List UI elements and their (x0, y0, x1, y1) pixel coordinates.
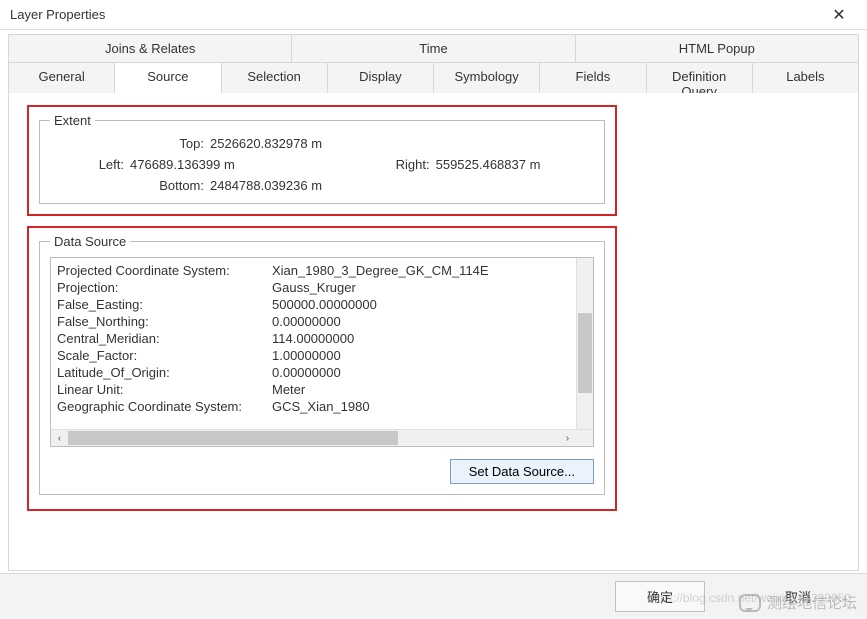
tab-joins-relates[interactable]: Joins & Relates (9, 35, 292, 62)
datasource-table: Projected Coordinate System:Xian_1980_3_… (51, 258, 576, 429)
datasource-value: Gauss_Kruger (272, 279, 356, 296)
window-title: Layer Properties (10, 7, 105, 22)
extent-bottom-value: 2484788.039236 m (210, 178, 376, 193)
datasource-value: Meter (272, 381, 305, 398)
extent-legend: Extent (50, 113, 95, 128)
datasource-key: False_Northing: (57, 313, 272, 330)
datasource-textarea: Projected Coordinate System:Xian_1980_3_… (50, 257, 594, 447)
extent-left-value: 476689.136399 m (130, 157, 376, 172)
datasource-key: Projected Coordinate System: (57, 262, 272, 279)
datasource-key: Central_Meridian: (57, 330, 272, 347)
tab-html-popup[interactable]: HTML Popup (576, 35, 858, 62)
horizontal-scrollbar-thumb[interactable] (68, 431, 398, 445)
vertical-scrollbar[interactable] (576, 258, 593, 429)
datasource-row: Latitude_Of_Origin:0.00000000 (57, 364, 570, 381)
extent-top-value: 2526620.832978 m (210, 136, 376, 151)
datasource-legend: Data Source (50, 234, 130, 249)
datasource-key: Latitude_Of_Origin: (57, 364, 272, 381)
datasource-row: False_Easting:500000.00000000 (57, 296, 570, 313)
datasource-row: Linear Unit:Meter (57, 381, 570, 398)
datasource-key: Projection: (57, 279, 272, 296)
tab-content-source: Extent Top: 2526620.832978 m Left: 47668… (9, 93, 858, 570)
extent-left-label: Left: (50, 157, 130, 172)
extent-right-label: Right: (376, 157, 436, 172)
datasource-value: Xian_1980_3_Degree_GK_CM_114E (272, 262, 489, 279)
tab-time[interactable]: Time (292, 35, 575, 62)
scroll-left-icon[interactable]: ‹ (51, 430, 68, 447)
datasource-value: 0.00000000 (272, 364, 341, 381)
tabs-row-upper: Joins & Relates Time HTML Popup (9, 35, 858, 63)
datasource-row: Projected Coordinate System:Xian_1980_3_… (57, 262, 570, 279)
dialog-footer: 确定 取消 (0, 573, 867, 619)
datasource-fieldset: Data Source Projected Coordinate System:… (39, 234, 605, 495)
extent-right-value: 559525.468837 m (436, 157, 594, 172)
scroll-right-icon[interactable]: › (559, 430, 576, 447)
datasource-row: Geographic Coordinate System:GCS_Xian_19… (57, 398, 570, 415)
extent-fieldset: Extent Top: 2526620.832978 m Left: 47668… (39, 113, 605, 204)
cancel-button[interactable]: 取消 (753, 582, 843, 611)
datasource-row: Central_Meridian:114.00000000 (57, 330, 570, 347)
ok-button[interactable]: 确定 (615, 581, 705, 612)
datasource-value: 0.00000000 (272, 313, 341, 330)
annotation-box-a: Extent Top: 2526620.832978 m Left: 47668… (27, 105, 617, 216)
datasource-row: Scale_Factor:1.00000000 (57, 347, 570, 364)
horizontal-scrollbar[interactable]: ‹ › (51, 429, 593, 446)
extent-bottom-label: Bottom: (130, 178, 210, 193)
datasource-value: GCS_Xian_1980 (272, 398, 370, 415)
datasource-row: False_Northing:0.00000000 (57, 313, 570, 330)
datasource-key: Geographic Coordinate System: (57, 398, 272, 415)
titlebar: Layer Properties ✕ (0, 0, 867, 30)
annotation-box-b: Data Source Projected Coordinate System:… (27, 226, 617, 511)
dialog-body: Joins & Relates Time HTML Popup General … (8, 34, 859, 571)
vertical-scrollbar-thumb[interactable] (578, 313, 592, 393)
datasource-key: Linear Unit: (57, 381, 272, 398)
datasource-key: False_Easting: (57, 296, 272, 313)
extent-top-label: Top: (130, 136, 210, 151)
datasource-key: Scale_Factor: (57, 347, 272, 364)
close-icon[interactable]: ✕ (819, 1, 859, 29)
set-data-source-button[interactable]: Set Data Source... (450, 459, 594, 484)
datasource-row: Projection:Gauss_Kruger (57, 279, 570, 296)
datasource-value: 500000.00000000 (272, 296, 377, 313)
datasource-value: 114.00000000 (272, 330, 354, 347)
datasource-value: 1.00000000 (272, 347, 341, 364)
